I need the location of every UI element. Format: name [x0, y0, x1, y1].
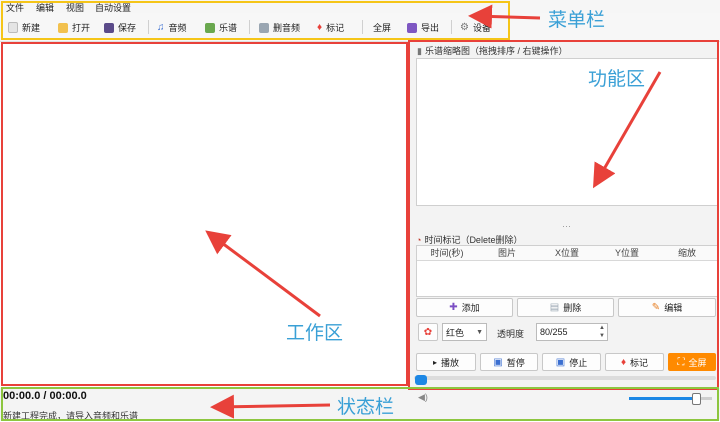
- status-bar-annotation-label: 状态栏: [337, 397, 395, 418]
- work-area-arrow: [205, 230, 321, 318]
- menubar-arrow: [468, 4, 541, 29]
- function-area-annotation-label: 功能区: [588, 69, 646, 90]
- work-area-annotation-label: 工作区: [286, 323, 344, 344]
- menubar-annotation-label: 菜单栏: [548, 10, 606, 31]
- status-bar-arrow: [210, 394, 331, 419]
